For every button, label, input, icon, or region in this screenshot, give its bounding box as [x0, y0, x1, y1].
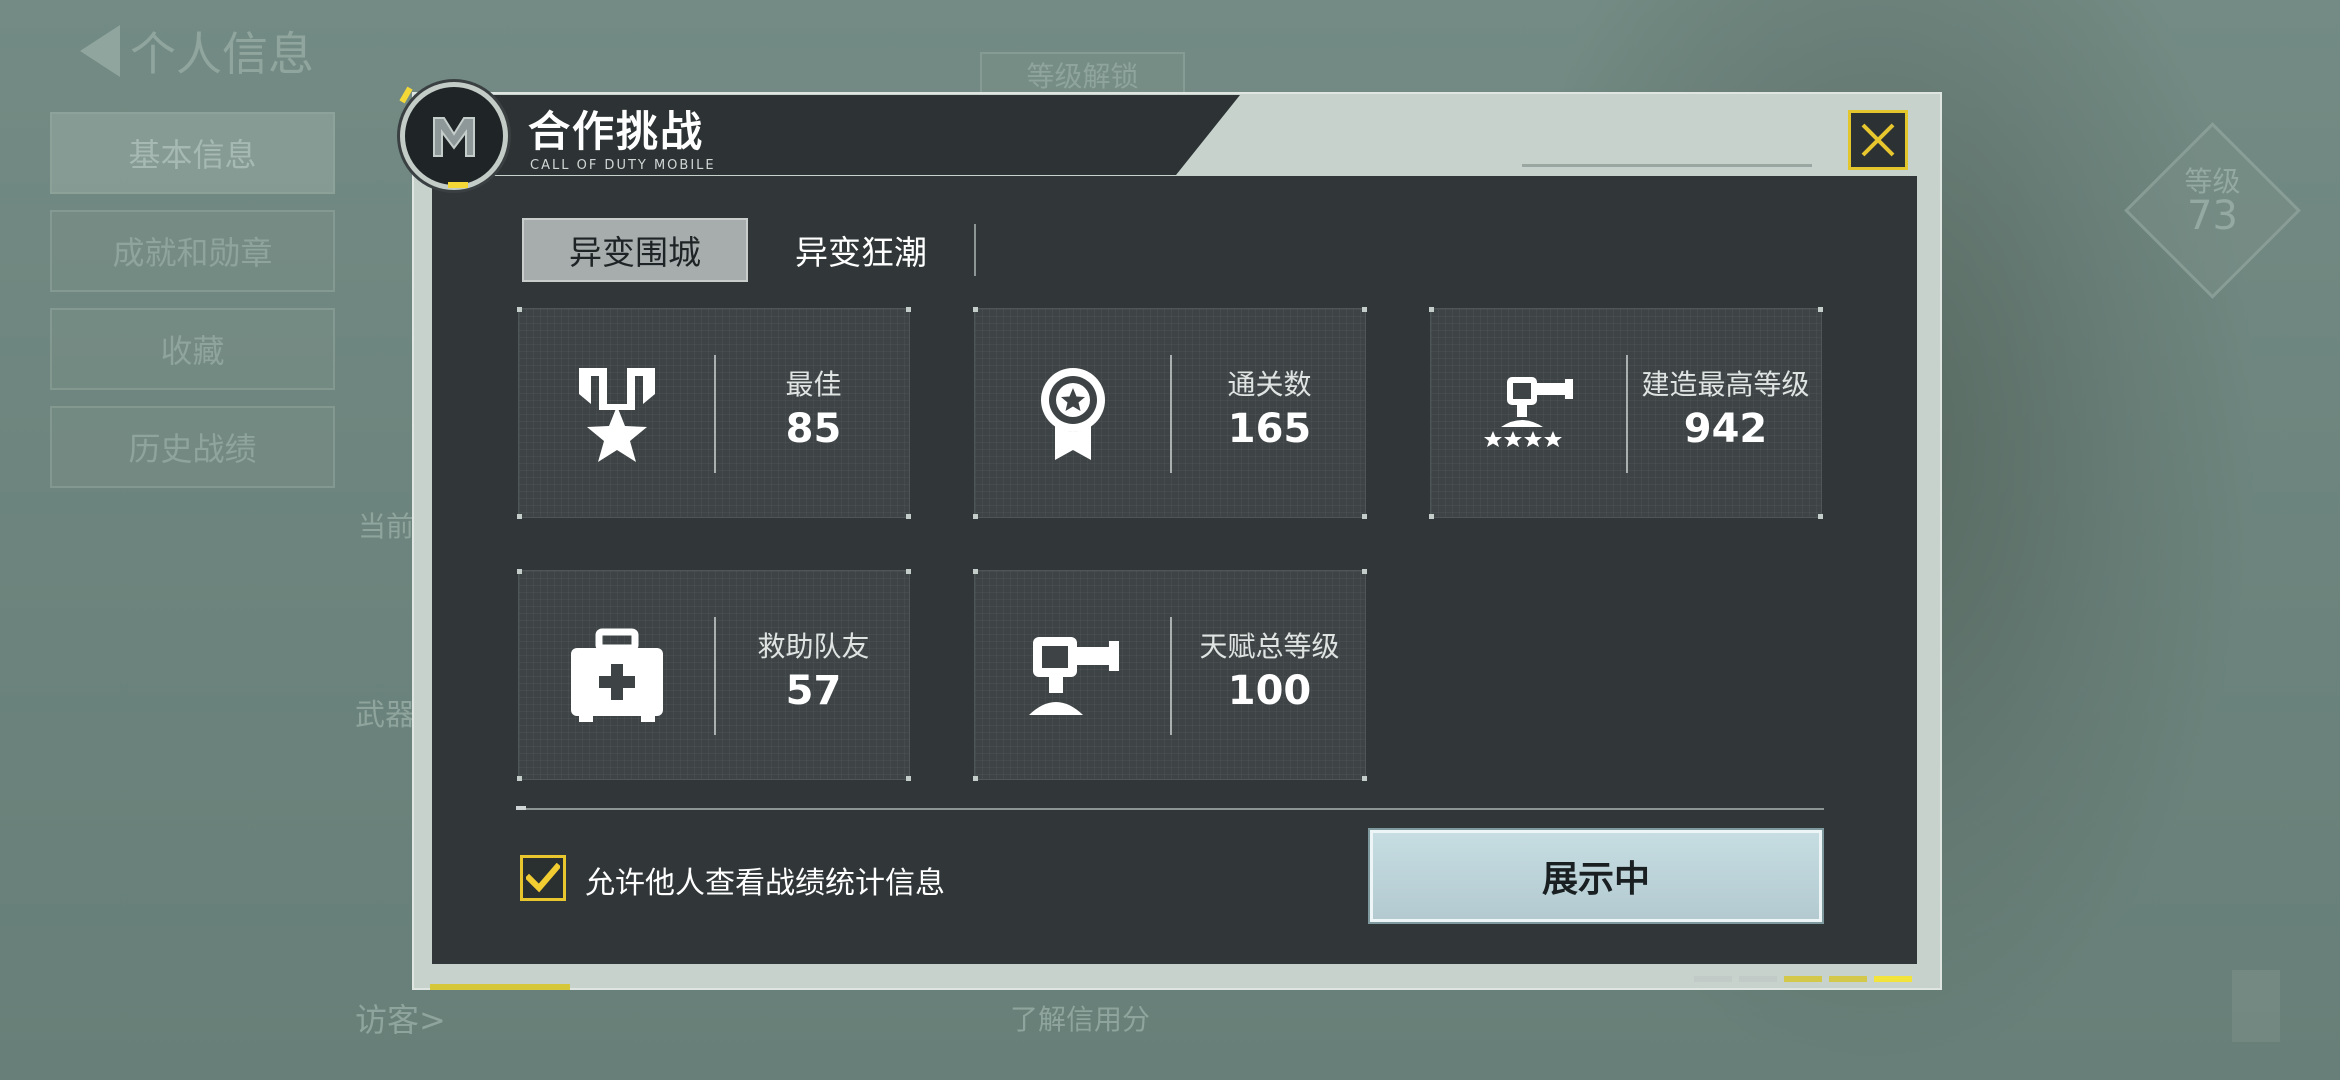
logo-accent: [448, 182, 468, 188]
back-button: 个人信息: [80, 18, 314, 84]
stat-card-revives: 救助队友 57: [517, 569, 911, 781]
page-indicator: [1694, 976, 1912, 982]
turret-stars-icon: [1471, 359, 1586, 469]
divider-cap: [516, 806, 526, 810]
visitor-label: 访客>: [355, 1001, 446, 1039]
level-value: 73: [2187, 193, 2238, 239]
close-icon: [1861, 123, 1895, 157]
stat-value: 57: [785, 668, 842, 714]
page-dot: [1829, 976, 1867, 982]
menu-item-history: 历史战绩: [50, 406, 335, 488]
stat-value: 165: [1227, 406, 1312, 452]
menu-item-achievements: 成就和勋章: [50, 210, 335, 292]
stat-value: 85: [785, 406, 842, 452]
stat-value: 942: [1683, 406, 1768, 452]
tab-mutation-siege[interactable]: 异变围城: [522, 218, 748, 282]
stat-card-clears: 通关数 165: [973, 307, 1367, 519]
page-dot: [1784, 976, 1822, 982]
allow-stats-checkbox[interactable]: [520, 855, 566, 901]
ribbon-badge-icon: [1015, 359, 1130, 469]
page-dot-active: [1874, 976, 1912, 982]
dialog-subtitle: CALL OF DUTY MOBILE: [530, 158, 716, 173]
back-arrow-icon: [80, 25, 120, 77]
close-button[interactable]: [1848, 110, 1908, 170]
turret-icon: [1015, 621, 1130, 731]
stat-label: 通关数: [1227, 368, 1312, 401]
tab-separator: [974, 224, 976, 276]
allow-stats-label[interactable]: 允许他人查看战绩统计信息: [585, 858, 945, 902]
stat-label: 建造最高等级: [1641, 368, 1810, 401]
back-label: 个人信息: [130, 27, 314, 81]
level-badge: 等级 73: [2150, 165, 2275, 239]
page-dot: [1694, 976, 1732, 982]
mode-tabs: 异变围城 异变狂潮: [522, 218, 976, 282]
dialog-title: 合作挑战: [528, 107, 705, 156]
stat-label: 最佳: [785, 368, 842, 401]
stat-value: 100: [1227, 668, 1312, 714]
menu-item-collection: 收藏: [50, 308, 335, 390]
stat-card-build-level: 建造最高等级 942: [1429, 307, 1823, 519]
showing-button[interactable]: 展示中: [1370, 830, 1822, 922]
stat-label: 天赋总等级: [1199, 630, 1340, 663]
divider-line: [518, 808, 1824, 810]
background-side-menu: 基本信息 成就和勋章 收藏 历史战绩: [50, 112, 335, 504]
medal-star-icon: [559, 359, 674, 469]
stat-label: 救助队友: [757, 630, 870, 663]
stat-card-talent-level: 天赋总等级 100: [973, 569, 1367, 781]
frame-accent: [430, 984, 570, 990]
codm-logo-icon: [400, 82, 508, 190]
medkit-icon: [559, 621, 674, 731]
menu-item-basic-info: 基本信息: [50, 112, 335, 194]
credit-label: 了解信用分: [1010, 1003, 1151, 1036]
tab-mutation-frenzy[interactable]: 异变狂潮: [748, 218, 974, 282]
checkmark-icon: [526, 863, 560, 893]
stat-card-best: 最佳 85: [517, 307, 911, 519]
right-arrow-icon: [2232, 970, 2280, 1042]
page-dot: [1739, 976, 1777, 982]
header-decoration: [1522, 160, 1832, 170]
